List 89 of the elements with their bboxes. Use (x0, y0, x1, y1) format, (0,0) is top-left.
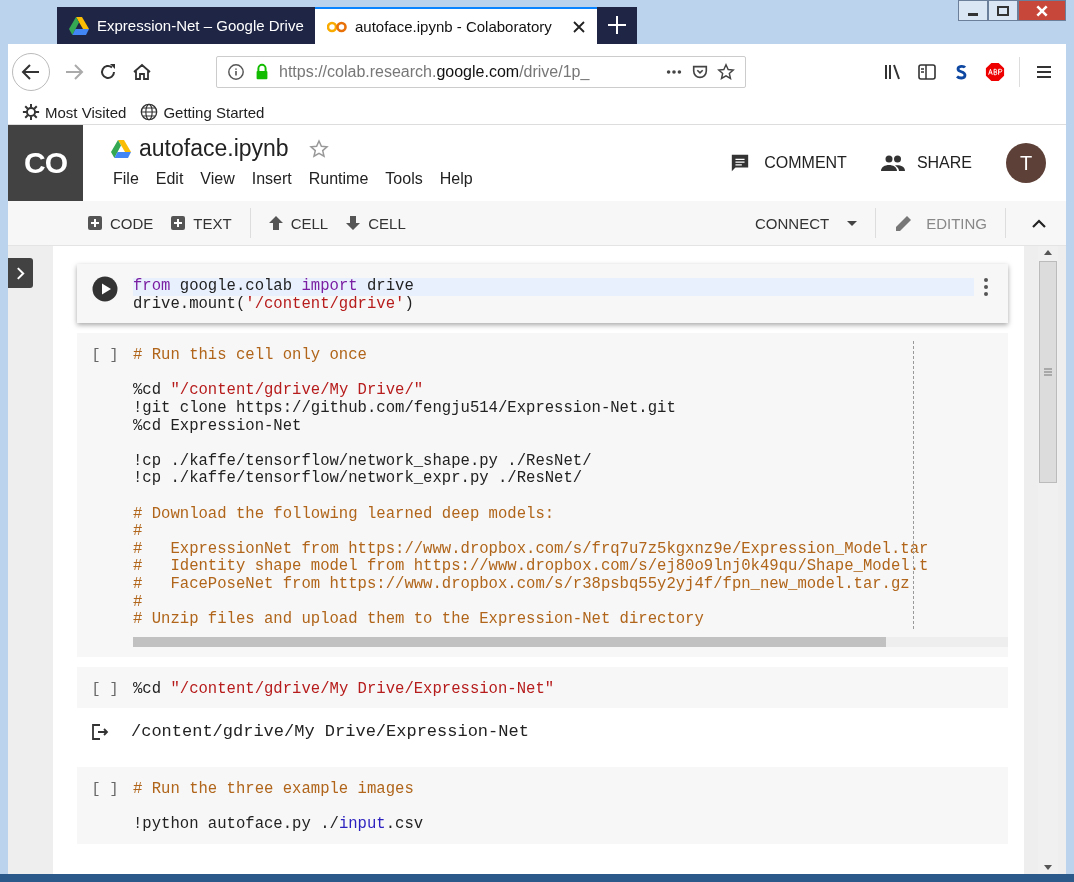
maximize-button[interactable] (988, 0, 1018, 21)
connect-button[interactable]: CONNECT (755, 214, 858, 232)
drive-logo-icon (111, 139, 131, 158)
chevron-right-icon (16, 266, 25, 280)
browser-tab[interactable]: autoface.ipynb - Colaboratory (315, 7, 597, 44)
info-icon (227, 63, 245, 81)
execution-prompt: [ ] (91, 346, 119, 365)
code-line: # Run this cell only once (133, 347, 368, 365)
toolbar-button[interactable]: CELL (346, 214, 406, 232)
code-line: %cd Expression-Net (133, 417, 303, 436)
url-text: https://colab.research.google.com/drive/1p_ (279, 63, 590, 81)
maximize-icon (997, 5, 1009, 16)
code-line: drive.mount('/content/gdrive') (133, 295, 415, 314)
star-icon[interactable] (308, 138, 329, 159)
code-line: !cp ./kaffe/tensorflow/network_shape.py ./ResNet/ (133, 452, 593, 470)
header-action-button[interactable]: SHARE (880, 153, 972, 173)
collapse-icon[interactable] (1032, 218, 1046, 228)
address-bar[interactable]: https://colab.research.google.com/drive/1p_ (216, 56, 746, 88)
minimize-button[interactable] (958, 0, 988, 21)
toolbar-button[interactable]: TEXT (171, 214, 232, 232)
header-action-button[interactable]: COMMENT (728, 153, 847, 173)
colab-logo[interactable]: CO (8, 125, 83, 201)
output-exit-icon[interactable] (91, 722, 109, 741)
code-line: # Identity shape model from https://www.dropbox.com/s/ej80o9lnj0k49qu/Shape_Model.t (133, 558, 930, 576)
cell-output-text: /content/gdrive/My Drive/Expression-Net (131, 722, 529, 742)
scroll-down-icon[interactable] (1044, 865, 1052, 870)
arrow-up-icon (268, 216, 283, 230)
code-cell[interactable]: [ ] %cd "/content/gdrive/My Drive/Expression-Net" (77, 666, 1008, 709)
tab-title: Expression-Net – Google Drive (97, 17, 304, 34)
code-line: %cd "/content/gdrive/My Drive/Expression-Net" (133, 680, 556, 699)
code-line: !python autoface.py ./input.csv (133, 816, 425, 835)
close-icon (1035, 4, 1049, 17)
code-line: # Run the three example images (133, 781, 415, 799)
more-options-icon[interactable] (984, 278, 988, 296)
code-line: # ExpressionNet from https://www.dropbox.com/s/frq7u7z5kgxnz9e/Expression_Model.tar (133, 540, 930, 558)
code-line: !cp ./kaffe/tensorflow/network_expr.py ./ResNet/ (133, 470, 584, 488)
code-line: # Download the following learned deep models: (133, 505, 556, 524)
notebook-title[interactable]: autoface.ipynb (139, 135, 289, 162)
colab-logo-icon (327, 20, 347, 33)
home-icon[interactable] (132, 62, 152, 82)
code-line: # (133, 523, 144, 541)
execution-prompt: [ ] (91, 780, 119, 799)
bookmark-link[interactable]: Most Visited (22, 103, 127, 121)
scroll-up-icon[interactable] (1044, 250, 1052, 255)
minimize-icon (968, 12, 978, 16)
user-avatar[interactable]: T (1006, 143, 1046, 183)
star-icon[interactable] (717, 63, 735, 81)
pocket-icon[interactable] (691, 63, 709, 81)
code-cell[interactable]: [ ] # Run the three example images !python autoface.py ./input.csv (77, 767, 1008, 845)
menu-item[interactable]: Runtime (308, 170, 369, 188)
toolbar-button[interactable]: CELL (268, 214, 329, 232)
code-line: %cd "/content/gdrive/My Drive/" (133, 382, 425, 400)
horizontal-scrollbar[interactable] (133, 636, 1008, 647)
code-cell[interactable] (77, 333, 1008, 657)
adblock-icon[interactable] (985, 62, 1005, 82)
code-line: # Unzip files and upload them to the Expression-Net directory (133, 611, 705, 629)
code-line: # (133, 593, 144, 612)
globe-icon (140, 103, 159, 121)
menu-item[interactable]: View (200, 170, 235, 188)
close-icon[interactable] (573, 20, 585, 33)
menu-item[interactable]: File (113, 170, 139, 188)
drive-logo-icon (69, 16, 89, 35)
menu-item[interactable]: Insert (251, 170, 292, 188)
new-tab-icon[interactable] (607, 15, 627, 35)
grip-icon (1044, 368, 1052, 376)
menu-item[interactable]: Help (439, 170, 473, 188)
tab-title: autoface.ipynb - Colaboratory (355, 18, 553, 35)
toolbar-button[interactable]: CODE (88, 214, 154, 232)
arrow-down-icon (346, 216, 361, 230)
bookmark-link[interactable]: Getting Started (140, 103, 265, 121)
caret-icon (847, 220, 858, 226)
execution-prompt: [ ] (91, 679, 119, 698)
reload-icon[interactable] (98, 62, 118, 82)
library-icon[interactable] (883, 62, 903, 82)
plus-icon (171, 216, 186, 230)
browser-tab[interactable]: Expression-Net – Google Drive (57, 7, 315, 44)
menu-item[interactable]: Tools (385, 170, 423, 188)
close-window-button[interactable] (1018, 0, 1066, 21)
code-cell[interactable]: from google.colab import drive drive.mount('/content/gdrive') (77, 264, 1008, 324)
code-line: # FacePoseNet from https://www.dropbox.com/s/r38psbq55y2yj4f/fpn_new_model.tar.gz (133, 575, 911, 594)
back-arrow-icon (21, 62, 41, 82)
sidebar-toggle-button[interactable] (8, 258, 33, 288)
code-line: !git clone https://github.com/fengju514/Expression-Net.git (133, 399, 677, 418)
gear-icon (22, 103, 40, 121)
menu-item[interactable]: Edit (155, 170, 184, 188)
plus-icon (88, 216, 102, 230)
people-icon (880, 153, 905, 173)
sidebar-icon[interactable] (917, 62, 937, 82)
run-icon[interactable] (92, 276, 118, 302)
